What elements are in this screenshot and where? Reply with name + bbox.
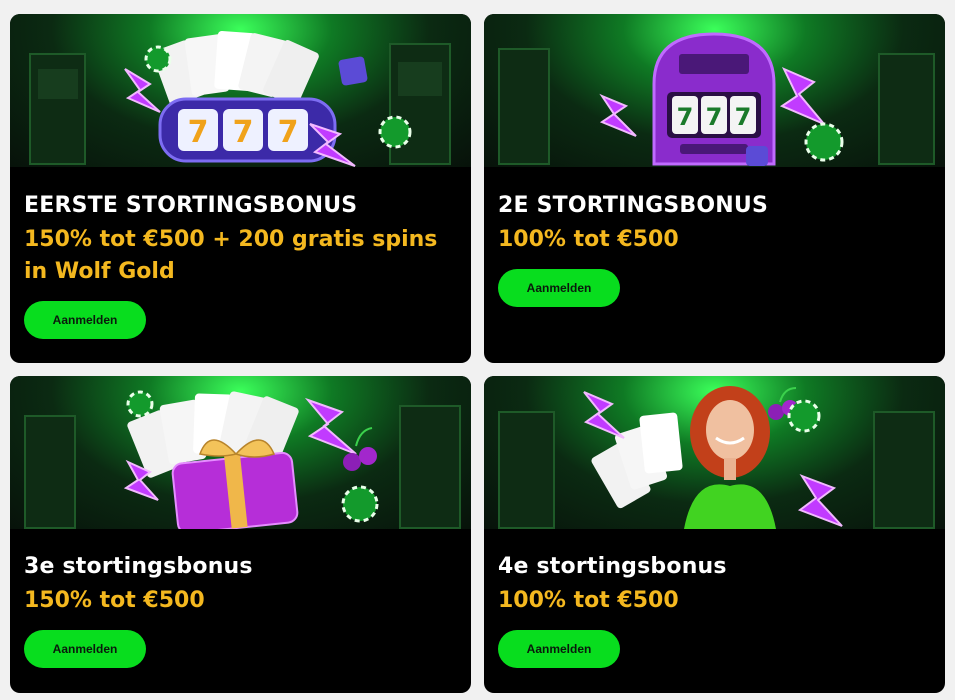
lightning-icon bbox=[599, 93, 637, 137]
lightning-icon bbox=[304, 397, 357, 455]
banner-illustration bbox=[24, 390, 461, 529]
lightning-icon bbox=[583, 391, 625, 439]
lightning-icon bbox=[797, 474, 843, 527]
svg-text:7: 7 bbox=[706, 103, 723, 131]
bonus-card-3: 3e stortingsbonus 150% tot €500 Aanmelde… bbox=[10, 376, 471, 693]
bonus-title: 4e stortingsbonus bbox=[498, 554, 727, 579]
casino-chip-icon bbox=[126, 390, 154, 418]
bonus-offer: 150% tot €500 + 200 gratis spins in Wolf… bbox=[24, 227, 438, 284]
bonus-title: EERSTE STORTINGSBONUS bbox=[24, 193, 358, 218]
bonus-offer: 100% tot €500 bbox=[498, 588, 679, 613]
playing-cards bbox=[152, 31, 319, 106]
casino-chip-icon bbox=[341, 485, 379, 523]
svg-text:7: 7 bbox=[677, 103, 694, 131]
svg-text:7: 7 bbox=[188, 115, 209, 150]
bonus-offer: 150% tot €500 bbox=[24, 588, 205, 613]
signup-button[interactable]: Aanmelden bbox=[498, 269, 620, 307]
banner-slot-reels: 7 7 7 bbox=[10, 14, 471, 167]
svg-text:7: 7 bbox=[233, 115, 254, 150]
signup-button[interactable]: Aanmelden bbox=[24, 301, 146, 339]
casino-chip-icon bbox=[144, 45, 172, 73]
slot-reels-777: 7 7 7 bbox=[158, 97, 337, 163]
bonus-card-4: 4e stortingsbonus 100% tot €500 Aanmelde… bbox=[484, 376, 945, 693]
banner-woman bbox=[484, 376, 945, 529]
svg-text:7: 7 bbox=[735, 103, 752, 131]
bonus-title: 2E STORTINGSBONUS bbox=[498, 193, 768, 218]
banner-slot-machine: 7 7 7 bbox=[484, 14, 945, 167]
woman-illustration bbox=[684, 386, 776, 529]
casino-chip-icon bbox=[787, 399, 821, 433]
banner-illustration bbox=[498, 386, 935, 529]
banner-illustration: 7 7 7 bbox=[498, 32, 935, 166]
svg-text:7: 7 bbox=[278, 115, 299, 150]
lightning-icon bbox=[779, 67, 825, 125]
casino-chip-icon bbox=[804, 122, 844, 162]
casino-chip-icon bbox=[378, 115, 412, 149]
banner-gift-cards bbox=[10, 376, 471, 529]
signup-button[interactable]: Aanmelden bbox=[498, 630, 620, 668]
banner-illustration: 7 7 7 bbox=[29, 31, 451, 167]
dice-icon bbox=[338, 56, 368, 86]
dice-icon bbox=[746, 146, 768, 166]
lightning-icon bbox=[124, 68, 161, 113]
signup-button[interactable]: Aanmelden bbox=[24, 630, 146, 668]
bonus-card-2: 7 7 7 2E STORTINGSBONUS 100% tot €500 Aa… bbox=[484, 14, 945, 363]
bonus-offer: 100% tot €500 bbox=[498, 227, 679, 252]
bonus-card-1: 7 7 7 EERSTE STORTINGSBONUS 150% tot €50… bbox=[10, 14, 471, 363]
bonus-title: 3e stortingsbonus bbox=[24, 554, 253, 579]
slot-machine-777: 7 7 7 bbox=[652, 32, 776, 166]
